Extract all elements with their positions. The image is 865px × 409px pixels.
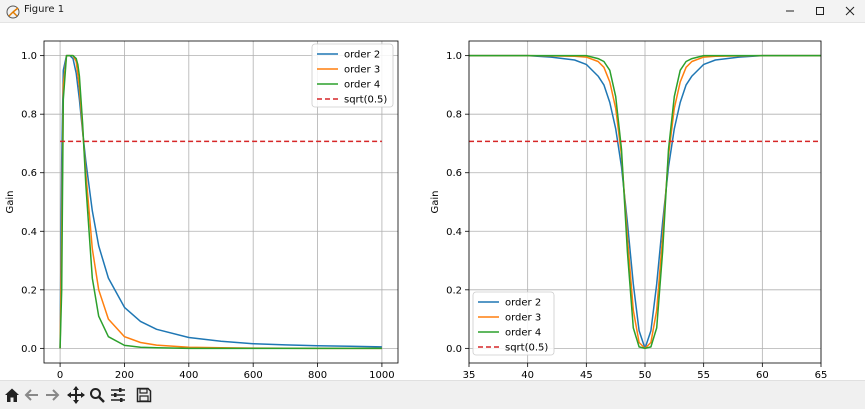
close-icon <box>845 6 855 16</box>
close-button[interactable] <box>835 0 865 22</box>
y-tick-label: 0.8 <box>21 110 37 121</box>
x-tick-label: 50 <box>639 370 652 380</box>
window-title: Figure 1 <box>24 4 65 15</box>
y-tick-label: 0.2 <box>446 285 462 296</box>
forward-arrow-icon <box>46 389 60 401</box>
figure-canvas[interactable]: 0 200 400 600 800 1000 0.0 0.2 0.4 0.6 0.8 1.0 Gain o… <box>0 23 865 381</box>
x-tick-label: 65 <box>815 370 828 380</box>
matplotlib-app-icon <box>6 4 20 19</box>
subplot-1: 0 200 400 600 800 1000 0.0 0.2 0.4 0.6 0.8 1.0 Gain o… <box>5 40 399 381</box>
legend: order 2 order 3 order 4 sqrt(0.5) <box>472 291 555 356</box>
title-bar: Figure 1 <box>0 0 865 23</box>
x-tick-label: 1000 <box>369 370 394 380</box>
y-axis-label: Gain <box>430 191 441 214</box>
pan-button[interactable] <box>66 384 86 406</box>
forward-button[interactable] <box>42 384 62 406</box>
y-tick-label: 0.2 <box>21 285 37 296</box>
y-tick-label: 0.0 <box>446 344 462 355</box>
y-tick-label: 0.4 <box>446 227 462 238</box>
legend-label: order 3 <box>505 313 541 324</box>
navigation-toolbar <box>0 380 865 409</box>
y-tick-label: 1.0 <box>446 51 462 62</box>
x-tick-label: 400 <box>179 370 198 380</box>
y-tick-label: 1.0 <box>21 51 37 62</box>
legend-label: sqrt(0.5) <box>505 343 548 354</box>
pan-icon <box>67 386 85 404</box>
maximize-button[interactable] <box>805 0 835 22</box>
minimize-icon <box>786 10 794 12</box>
maximize-icon <box>816 7 824 15</box>
zoom-icon <box>90 388 105 403</box>
home-button[interactable] <box>2 384 22 406</box>
x-tick-label: 600 <box>244 370 263 380</box>
minimize-button[interactable] <box>775 0 805 22</box>
figure-svg: 0 200 400 600 800 1000 0.0 0.2 0.4 0.6 0.8 1.0 Gain o… <box>5 40 828 381</box>
legend: order 2 order 3 order 4 sqrt(0.5) <box>311 43 394 108</box>
home-icon <box>5 388 19 402</box>
legend-label: order 4 <box>344 80 380 91</box>
y-axis-label: Gain <box>5 191 16 214</box>
legend-label: order 4 <box>505 328 541 339</box>
x-tick-label: 55 <box>697 370 710 380</box>
legend-label: sqrt(0.5) <box>344 95 387 106</box>
x-tick-label: 35 <box>463 370 476 380</box>
back-button[interactable] <box>22 384 42 406</box>
back-arrow-icon <box>24 389 38 401</box>
configure-subplots-button[interactable] <box>108 384 128 406</box>
save-icon <box>136 387 152 403</box>
y-tick-label: 0.8 <box>446 110 462 121</box>
legend-label: order 3 <box>344 65 380 76</box>
zoom-button[interactable] <box>87 384 107 406</box>
x-tick-label: 800 <box>308 370 327 380</box>
y-tick-label: 0.0 <box>21 344 37 355</box>
x-tick-label: 45 <box>580 370 593 380</box>
y-tick-label: 0.6 <box>21 168 37 179</box>
x-tick-label: 60 <box>756 370 769 380</box>
subplot-2: 35 40 45 50 55 60 65 0.0 0.2 0.4 0.6 0.8 1.0 Gain orde… <box>430 40 828 381</box>
x-tick-label: 0 <box>57 370 63 380</box>
y-tick-label: 0.6 <box>446 168 462 179</box>
configure-subplots-icon <box>111 388 125 402</box>
legend-label: order 2 <box>505 298 541 309</box>
legend-label: order 2 <box>344 50 380 61</box>
x-tick-label: 40 <box>521 370 534 380</box>
x-tick-label: 200 <box>115 370 134 380</box>
y-tick-label: 0.4 <box>21 227 37 238</box>
save-button[interactable] <box>134 384 154 406</box>
